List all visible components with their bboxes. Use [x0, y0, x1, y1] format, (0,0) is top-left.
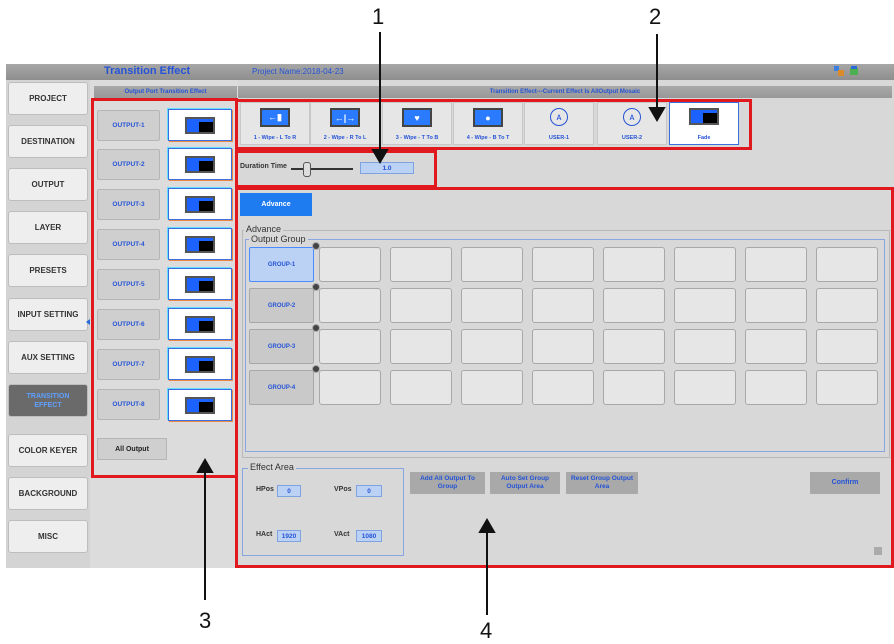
annotation-label: 4 [480, 618, 493, 643]
annotation-label: 1 [372, 4, 385, 29]
annotation-label: 2 [649, 4, 662, 29]
annotation-arrows [196, 32, 666, 615]
annotation-label: 3 [199, 608, 212, 633]
